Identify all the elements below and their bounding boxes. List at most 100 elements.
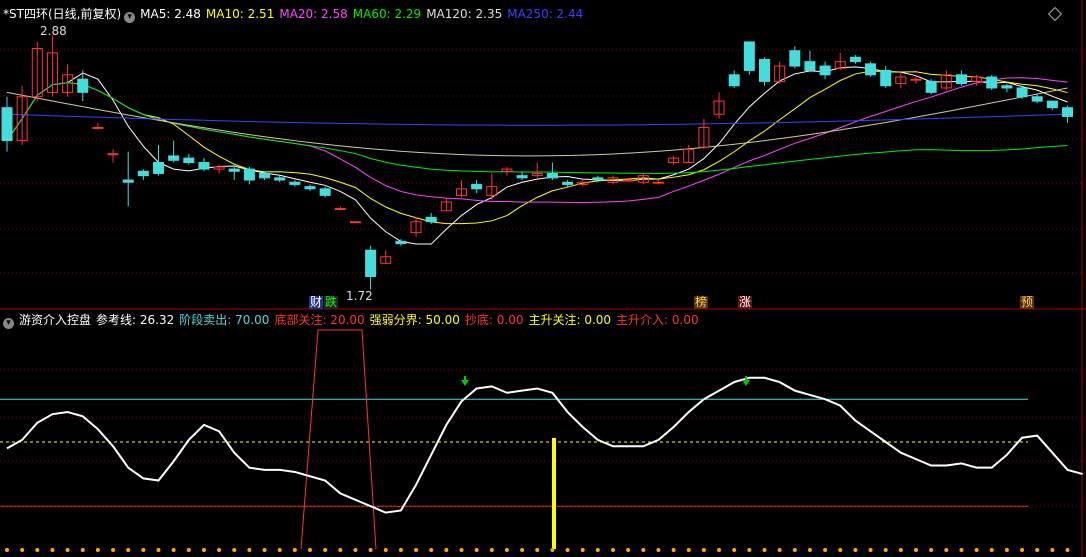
candle-body: [865, 63, 877, 76]
signal-dot: [1065, 548, 1070, 552]
signal-dot: [414, 548, 419, 552]
signal-dot: [126, 548, 131, 552]
signal-dot: [171, 548, 176, 552]
signal-dot: [777, 548, 782, 552]
sell-arrow-icon: [461, 376, 469, 386]
signal-dot: [444, 548, 449, 552]
signal-dot: [277, 548, 282, 552]
signal-dot: [732, 548, 737, 552]
candle-body: [546, 172, 558, 179]
bottom-watch-label: 底部关注: 20.00: [274, 313, 365, 327]
signal-dot: [686, 548, 691, 552]
signal-dot: [201, 548, 206, 552]
ma5-label: MA5: 2.48: [140, 7, 201, 21]
candle-body: [198, 162, 210, 170]
signal-dot: [823, 548, 828, 552]
signal-dot: [504, 548, 509, 552]
signal-dot: [35, 548, 40, 552]
signal-dot: [747, 548, 752, 552]
main-rise-entry-label: 主升介入: 0.00: [616, 313, 699, 327]
candle-body: [304, 186, 316, 190]
signal-dot: [868, 548, 873, 552]
signal-dot: [626, 548, 631, 552]
candle-body: [122, 179, 134, 183]
signal-dot: [959, 548, 964, 552]
candle-body: [365, 249, 377, 277]
candle-body: [137, 170, 149, 177]
candle-body: [516, 175, 528, 179]
signal-dot: [1035, 548, 1040, 552]
high-price-label: 2.88: [40, 24, 67, 38]
signal-dot: [5, 548, 9, 552]
candle-body: [1062, 107, 1073, 117]
signal-dot: [338, 548, 343, 552]
signal-dot: [111, 548, 116, 552]
candle-body: [228, 168, 240, 172]
signal-dot: [550, 548, 555, 552]
ma250-label: MA250: 2.44: [507, 7, 584, 21]
candle-body: [1031, 96, 1043, 102]
signal-dot: [398, 548, 403, 552]
candle-body: [471, 183, 483, 190]
candle-body: [92, 126, 104, 129]
signal-dot: [1020, 548, 1025, 552]
ma20-label: MA20: 2.58: [279, 7, 348, 21]
main-rise-watch-label: 主升关注: 0.00: [528, 313, 612, 327]
candle-body: [1001, 85, 1013, 89]
signal-dot: [656, 548, 661, 552]
ma60-label: MA60: 2.29: [352, 7, 422, 21]
candle-body: [1016, 87, 1028, 98]
ma120-line: [6, 87, 1068, 157]
candle-body: [759, 58, 770, 82]
candle-body: [925, 80, 937, 93]
signal-dot: [323, 548, 328, 552]
dropdown-icon[interactable]: ▾: [3, 318, 14, 329]
candle-body: [274, 177, 286, 181]
signal-dot: [80, 548, 85, 552]
signal-dot: [1050, 548, 1055, 552]
ma10-line: [6, 70, 1068, 225]
signal-dot: [717, 548, 722, 552]
sub-panel-header: ▾ 游资介入控盘 参考线: 26.32 阶段卖出: 70.00 底部关注: 20.00 强…: [3, 313, 704, 329]
candle-body: [183, 157, 195, 164]
signal-dot: [641, 548, 646, 552]
signal-dot: [429, 548, 434, 552]
signal-dot: [671, 548, 676, 552]
signal-dot: [944, 548, 949, 552]
candle-body: [562, 181, 574, 185]
signal-dot: [565, 548, 570, 552]
candle-body: [789, 50, 801, 67]
event-tag-rise[interactable]: 涨: [738, 296, 753, 309]
signal-dot: [186, 548, 191, 552]
signal-dot: [262, 548, 267, 552]
signal-dot: [701, 548, 706, 552]
signal-dot: [156, 548, 161, 552]
candle-body: [955, 74, 967, 85]
signal-dot: [1004, 548, 1009, 552]
signal-dot: [807, 548, 812, 552]
dropdown-icon[interactable]: ▾: [124, 12, 136, 23]
candle-body: [728, 74, 740, 87]
event-tag-finance[interactable]: 财: [309, 296, 324, 309]
ma250-line: [6, 113, 1068, 126]
signal-dot: [95, 548, 100, 552]
main-rise-bar: [552, 438, 556, 549]
ref-line-label: 参考线: 26.32: [96, 313, 175, 327]
event-tag-rank[interactable]: 榜: [694, 296, 709, 309]
candle-body: [168, 155, 180, 161]
chart-canvas[interactable]: [0, 0, 1086, 557]
signal-dot: [929, 548, 934, 552]
signal-dot: [217, 548, 222, 552]
ma10-label: MA10: 2.51: [205, 7, 275, 21]
candle-body: [880, 69, 892, 87]
candle-body: [395, 240, 407, 245]
signal-dot: [520, 548, 525, 552]
sub-panel-title: 游资介入控盘: [19, 313, 92, 327]
candle-body: [910, 78, 922, 81]
candle-body: [1046, 100, 1058, 109]
event-tag-drop[interactable]: 跌: [324, 296, 339, 309]
event-tag-forecast[interactable]: 预: [1020, 296, 1035, 309]
candle-body: [743, 41, 755, 71]
candle-body: [592, 177, 604, 181]
candle-body: [425, 216, 437, 223]
